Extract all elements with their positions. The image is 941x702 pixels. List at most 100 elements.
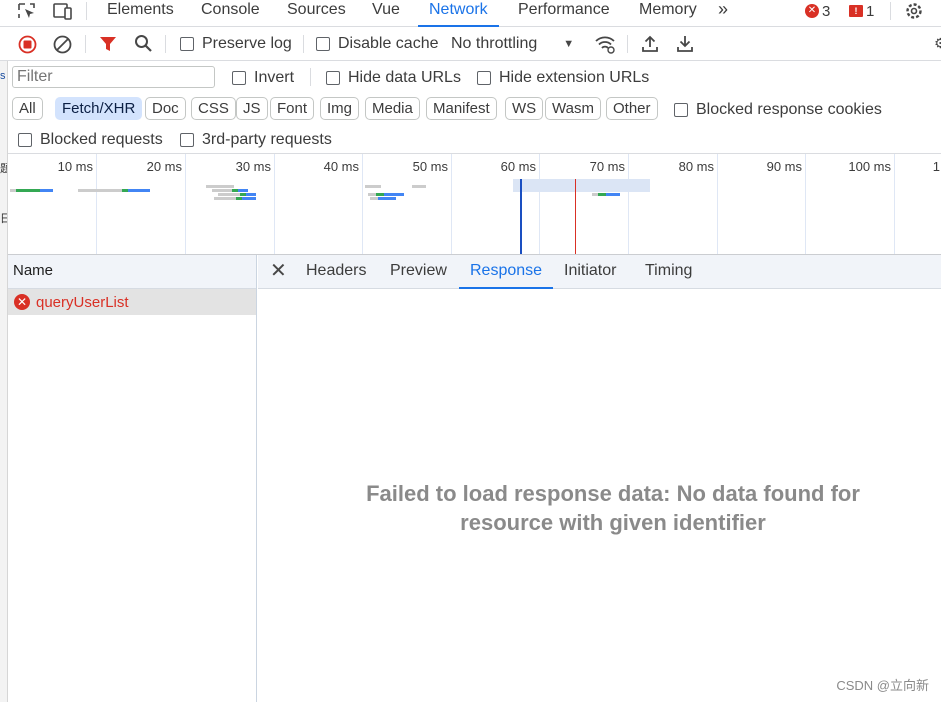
error-status-icon: ✕ bbox=[14, 294, 30, 310]
tab-response[interactable]: Response bbox=[459, 255, 554, 289]
filter-funnel-icon[interactable] bbox=[99, 35, 117, 53]
invert-label: Invert bbox=[254, 69, 295, 86]
page-sliver: s 题 日 bbox=[0, 60, 8, 702]
type-chip-fetch-xhr[interactable]: Fetch/XHR bbox=[55, 97, 143, 120]
third-party-checkbox[interactable]: 3rd-party requests bbox=[180, 131, 332, 149]
request-bar bbox=[412, 185, 426, 188]
hide-extension-urls-checkbox[interactable]: Hide extension URLs bbox=[477, 69, 649, 87]
export-har-icon[interactable] bbox=[676, 34, 694, 53]
tick-label: 50 ms bbox=[412, 159, 448, 174]
network-conditions-icon[interactable] bbox=[594, 34, 616, 54]
throttling-value: No throttling bbox=[451, 35, 538, 52]
grid-line bbox=[451, 154, 452, 254]
tab-initiator[interactable]: Initiator bbox=[564, 255, 616, 289]
divider bbox=[85, 35, 86, 53]
device-toolbar-icon[interactable] bbox=[52, 0, 74, 22]
divider bbox=[627, 35, 628, 53]
error-icon: ✕ bbox=[805, 4, 819, 18]
checkbox-box[interactable] bbox=[232, 71, 246, 85]
tick-label: 1 bbox=[932, 159, 940, 174]
blocked-requests-label: Blocked requests bbox=[40, 131, 163, 148]
checkbox-box[interactable] bbox=[326, 71, 340, 85]
filter-row: Invert Hide data URLs Hide extension URL… bbox=[8, 61, 941, 93]
type-chip-font[interactable]: Font bbox=[270, 97, 315, 120]
tab-memory[interactable]: Memory bbox=[639, 0, 697, 27]
hide-data-urls-checkbox[interactable]: Hide data URLs bbox=[326, 69, 461, 87]
request-bar bbox=[212, 189, 232, 192]
tick-label: 10 ms bbox=[57, 159, 93, 174]
grid-line bbox=[628, 154, 629, 254]
grid-line bbox=[717, 154, 718, 254]
type-chip-css[interactable]: CSS bbox=[191, 97, 236, 120]
name-column-header[interactable]: Name bbox=[8, 255, 256, 289]
tick-label: 40 ms bbox=[323, 159, 359, 174]
settings-gear-icon[interactable] bbox=[904, 0, 924, 22]
request-name: queryUserList bbox=[36, 293, 129, 311]
tab-vue[interactable]: Vue bbox=[372, 0, 400, 27]
issues-badge[interactable]: ! 1 bbox=[849, 2, 874, 20]
third-party-label: 3rd-party requests bbox=[202, 131, 332, 148]
tab-network[interactable]: Network bbox=[418, 0, 499, 27]
checkbox-box[interactable] bbox=[477, 71, 491, 85]
inspect-element-icon[interactable] bbox=[16, 0, 38, 22]
resource-type-filters: All Fetch/XHR Doc CSS JS Font Img Media … bbox=[8, 94, 941, 124]
grid-line bbox=[274, 154, 275, 254]
table-row[interactable]: ✕ queryUserList bbox=[8, 289, 256, 315]
tab-elements[interactable]: Elements bbox=[107, 0, 174, 27]
message-line: resource with given identifier bbox=[460, 510, 766, 535]
type-chip-wasm[interactable]: Wasm bbox=[545, 97, 601, 120]
checkbox-box[interactable] bbox=[180, 133, 194, 147]
message-line: Failed to load response data: No data fo… bbox=[366, 481, 860, 506]
checkbox-box[interactable] bbox=[674, 103, 688, 117]
request-bar bbox=[242, 197, 256, 200]
disable-cache-checkbox[interactable]: Disable cache bbox=[316, 35, 439, 53]
import-har-icon[interactable] bbox=[641, 34, 659, 53]
type-chip-img[interactable]: Img bbox=[320, 97, 360, 120]
tab-timing[interactable]: Timing bbox=[645, 255, 692, 289]
issues-count: 1 bbox=[866, 2, 875, 20]
request-bar bbox=[365, 185, 381, 188]
checkbox-box[interactable] bbox=[18, 133, 32, 147]
close-icon[interactable]: ✕ bbox=[270, 255, 287, 289]
tab-performance[interactable]: Performance bbox=[518, 0, 610, 27]
request-filters-row: Blocked requests 3rd-party requests bbox=[8, 124, 941, 154]
record-stop-icon[interactable] bbox=[18, 35, 37, 54]
domcontentloaded-marker bbox=[520, 179, 522, 254]
request-bar bbox=[376, 193, 384, 196]
tab-console[interactable]: Console bbox=[201, 0, 260, 27]
search-icon[interactable] bbox=[134, 34, 153, 53]
devtools-tabbar: Elements Console Sources Vue Network Per… bbox=[0, 0, 941, 27]
response-empty-message: Failed to load response data: No data fo… bbox=[258, 479, 941, 537]
blocked-cookies-checkbox[interactable]: Blocked response cookies bbox=[674, 101, 882, 119]
clear-icon[interactable] bbox=[53, 35, 72, 54]
request-details-panel: ✕ Headers Preview Response Initiator Tim… bbox=[258, 255, 941, 702]
more-tabs-button[interactable]: » bbox=[718, 0, 728, 27]
tick-label: 30 ms bbox=[235, 159, 271, 174]
invert-checkbox[interactable]: Invert bbox=[232, 69, 294, 87]
tab-preview[interactable]: Preview bbox=[390, 255, 447, 289]
request-bar bbox=[214, 197, 236, 200]
type-chip-manifest[interactable]: Manifest bbox=[426, 97, 497, 120]
timeline-overview[interactable]: 10 ms 20 ms 30 ms 40 ms 50 ms 60 ms 70 m… bbox=[8, 154, 941, 255]
divider bbox=[303, 35, 304, 53]
type-chip-media[interactable]: Media bbox=[365, 97, 420, 120]
toolbar-overflow-icon[interactable]: ⚙ bbox=[934, 35, 941, 52]
type-chip-ws[interactable]: WS bbox=[505, 97, 544, 120]
blocked-requests-checkbox[interactable]: Blocked requests bbox=[18, 131, 163, 149]
type-chip-js[interactable]: JS bbox=[236, 97, 268, 120]
checkbox-box[interactable] bbox=[180, 37, 194, 51]
errors-badge[interactable]: ✕ 3 bbox=[805, 2, 830, 20]
request-bar bbox=[206, 185, 234, 188]
preserve-log-checkbox[interactable]: Preserve log bbox=[180, 35, 292, 53]
filter-input[interactable] bbox=[12, 66, 215, 88]
throttling-select[interactable]: No throttling ▼ bbox=[451, 35, 574, 53]
type-chip-doc[interactable]: Doc bbox=[145, 97, 186, 120]
selection-window[interactable] bbox=[513, 179, 650, 192]
request-bar bbox=[128, 189, 150, 192]
checkbox-box[interactable] bbox=[316, 37, 330, 51]
type-chip-all[interactable]: All bbox=[12, 97, 43, 120]
request-bar bbox=[378, 197, 396, 200]
type-chip-other[interactable]: Other bbox=[606, 97, 658, 120]
tab-headers[interactable]: Headers bbox=[306, 255, 366, 289]
tab-sources[interactable]: Sources bbox=[287, 0, 346, 27]
